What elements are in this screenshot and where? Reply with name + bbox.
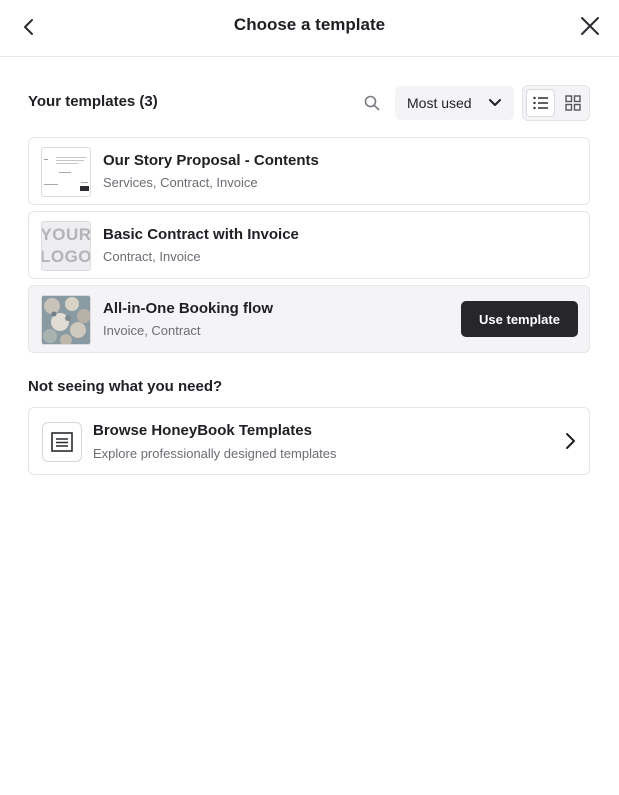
modal-header: Choose a template	[0, 0, 619, 57]
grid-view-button[interactable]	[558, 89, 587, 117]
sort-selected-value: Most used	[407, 95, 472, 111]
template-tags: Contract, Invoice	[103, 249, 201, 264]
floral-photo-icon	[42, 296, 90, 344]
template-title: Basic Contract with Invoice	[103, 226, 299, 243]
close-icon	[581, 17, 599, 35]
list-icon	[532, 96, 548, 110]
logo-placeholder-line2: LOGO	[41, 247, 91, 266]
modal-title: Choose a template	[233, 15, 386, 34]
template-title: All-in-One Booking flow	[103, 300, 273, 317]
document-preview-icon	[42, 148, 90, 196]
logo-placeholder-thumbnail: YOUR LOGO	[41, 221, 91, 271]
search-button[interactable]	[360, 91, 384, 115]
browse-honeybook-templates-card[interactable]: Browse HoneyBook Templates Explore profe…	[28, 407, 590, 475]
browse-title: Browse HoneyBook Templates	[93, 422, 312, 439]
browse-subtitle: Explore professionally designed template…	[93, 446, 337, 461]
document-thumbnail	[41, 147, 91, 197]
template-card-all-in-one-booking[interactable]: All-in-One Booking flow Invoice, Contrac…	[28, 285, 590, 353]
use-template-button[interactable]: Use template	[461, 301, 578, 337]
template-card-our-story-proposal[interactable]: Our Story Proposal - Contents Services, …	[28, 137, 590, 205]
list-view-button[interactable]	[526, 89, 555, 117]
not-seeing-heading: Not seeing what you need?	[28, 378, 223, 395]
close-button[interactable]	[576, 12, 604, 40]
templates-section-title: Your templates (3)	[28, 93, 158, 110]
search-icon	[364, 95, 380, 111]
template-gallery-icon	[42, 422, 82, 462]
photo-thumbnail	[41, 295, 91, 345]
chevron-down-icon	[489, 99, 501, 106]
logo-placeholder-line1: YOUR	[41, 225, 91, 244]
grid-icon	[564, 95, 581, 111]
sort-dropdown[interactable]: Most used	[395, 86, 514, 120]
template-tags: Invoice, Contract	[103, 323, 201, 338]
template-tags: Services, Contract, Invoice	[103, 175, 258, 190]
template-title: Our Story Proposal - Contents	[103, 152, 319, 169]
template-card-basic-contract[interactable]: YOUR LOGO Basic Contract with Invoice Co…	[28, 211, 590, 279]
chevron-right-icon	[559, 430, 581, 452]
view-mode-toggle	[522, 85, 590, 121]
